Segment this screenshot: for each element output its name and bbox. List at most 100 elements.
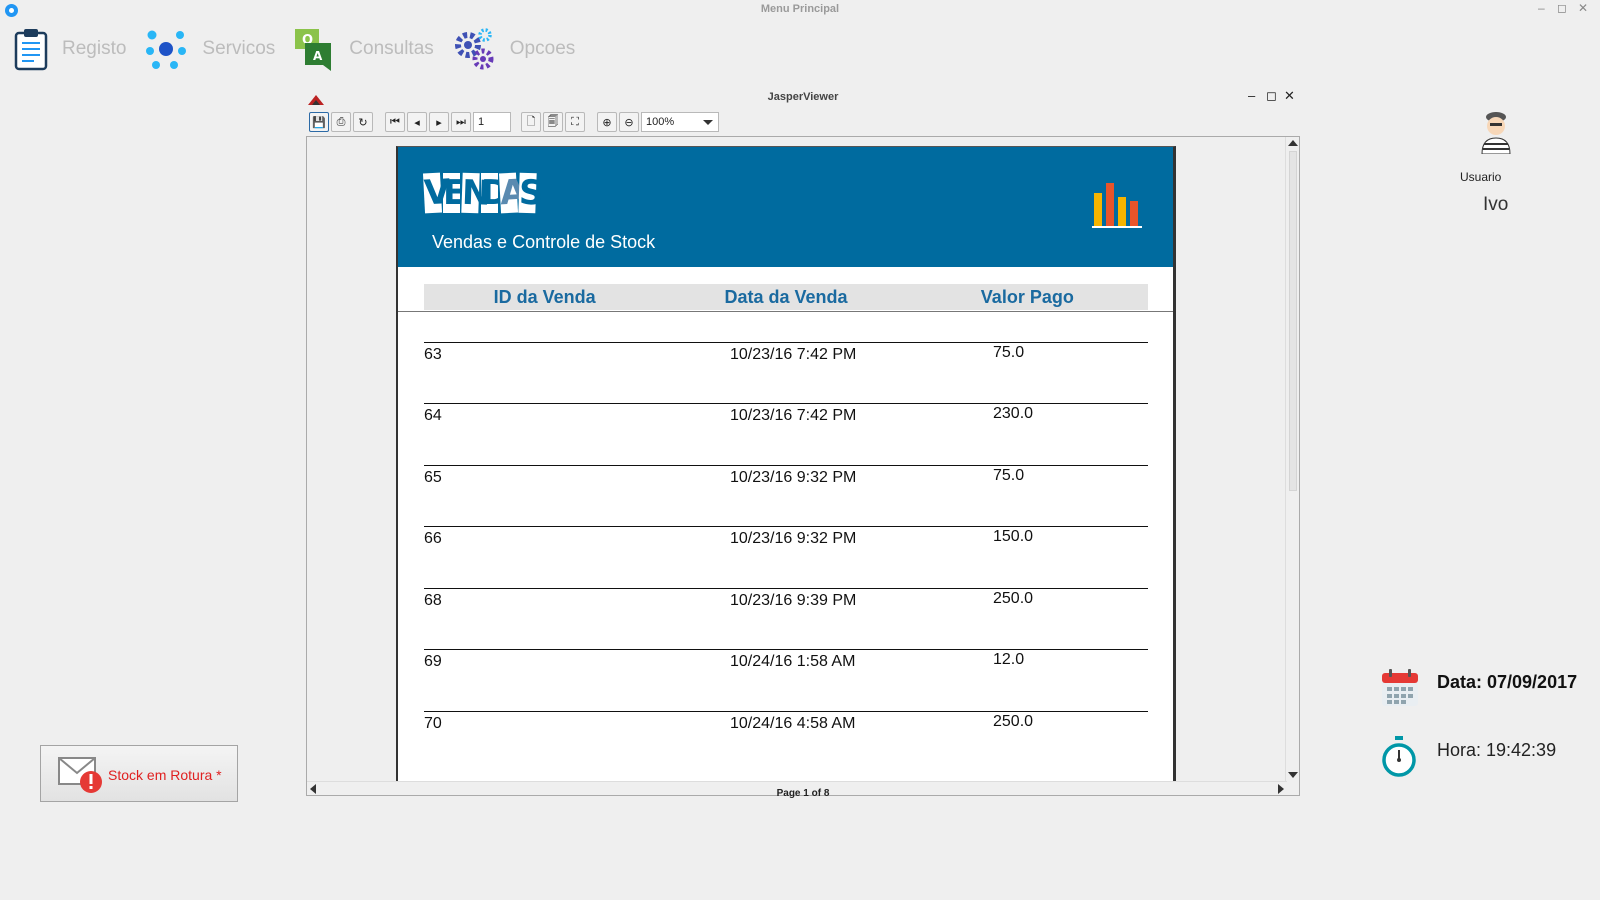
save-icon: 💾 (312, 116, 326, 129)
header-divider (398, 311, 1173, 312)
cell-id: 66 (424, 530, 442, 547)
scroll-up-icon[interactable] (1288, 140, 1298, 146)
stock-button-label: Stock em Rotura * (108, 767, 222, 783)
cell-date: 10/24/16 1:58 AM (730, 653, 856, 670)
cell-value: 250.0 (993, 590, 1034, 607)
logo-letter: A (498, 172, 528, 214)
next-page-button[interactable]: ▸ (429, 112, 449, 132)
previous-icon: ◂ (414, 116, 420, 129)
minimize-button[interactable]: – (1538, 1, 1545, 15)
report-banner: V E N D A S Vendas e Controle de Stock (398, 147, 1173, 267)
cell-id: 69 (424, 653, 442, 670)
report-subtitle: Vendas e Controle de Stock (432, 232, 656, 252)
column-header-value: Valor Pago (980, 287, 1074, 307)
cell-date: 10/23/16 9:32 PM (730, 469, 857, 486)
first-page-button[interactable]: ⏮ (385, 112, 405, 132)
cell-value: 250.0 (993, 713, 1034, 730)
menu-item-consultas[interactable]: Q A Consultas (293, 27, 434, 71)
save-button[interactable]: 💾 (309, 112, 329, 132)
window-titlebar: Menu Principal – ◻ ✕ (0, 0, 1600, 20)
logo-letter: V (422, 172, 452, 214)
page-number-input[interactable]: 1 (473, 112, 511, 132)
table-row: 70 10/24/16 4:58 AM 250.0 (424, 711, 1148, 772)
user-avatar-icon (1478, 110, 1514, 159)
table-row: 68 10/23/16 9:39 PM 250.0 (424, 588, 1148, 649)
scroll-down-icon[interactable] (1288, 772, 1298, 778)
column-header-date: Data da Venda (724, 287, 848, 307)
table-row: 65 10/23/16 9:32 PM 75.0 (424, 465, 1148, 526)
fit-page-button[interactable]: 🗐 (543, 112, 563, 132)
menu-label-consultas: Consultas (349, 38, 434, 59)
viewer-minimize-button[interactable]: – (1248, 88, 1255, 103)
logo-letter: N (461, 172, 492, 214)
gears-icon (452, 27, 496, 71)
user-name: Ivo (1483, 194, 1509, 215)
column-header-id: ID da Venda (493, 287, 596, 307)
window-title: Menu Principal (760, 3, 840, 15)
mail-alert-icon (57, 756, 103, 799)
report-page: V E N D A S Vendas e Controle de Stock I… (396, 146, 1176, 795)
vendas-logo: V E N D A S (422, 172, 544, 214)
table-row: 63 10/23/16 7:42 PM 75.0 (424, 342, 1148, 403)
menu-item-registo[interactable]: Registo (14, 27, 126, 71)
bar-chart-icon (1092, 183, 1142, 228)
vertical-scrollbar[interactable] (1285, 137, 1299, 781)
cell-value: 230.0 (993, 405, 1034, 422)
jasper-viewer-window: JasperViewer – ◻ ✕ 💾 ⎙ ↻ ⏮ ◂ ▸ ⏭ 1 🗋 🗐 ⛶… (306, 88, 1300, 818)
zoom-in-icon: ⊕ (602, 116, 612, 129)
menu-item-opcoes[interactable]: Opcoes (452, 27, 575, 71)
fit-width-icon: ⛶ (571, 115, 579, 128)
cell-value: 150.0 (993, 528, 1034, 545)
page-status: Page 1 of 8 (776, 788, 830, 799)
page-icon: 🗋 (526, 115, 536, 128)
last-page-button[interactable]: ⏭ (451, 112, 471, 132)
next-icon: ▸ (436, 116, 442, 129)
user-label: Usuario (1460, 170, 1502, 184)
viewer-close-button[interactable]: ✕ (1284, 88, 1295, 104)
maximize-button[interactable]: ◻ (1557, 1, 1567, 15)
cell-id: 64 (424, 407, 442, 424)
cell-id: 70 (424, 715, 442, 732)
menu-label-opcoes: Opcoes (509, 38, 576, 59)
last-page-icon: ⏭ (456, 115, 466, 128)
zoom-in-button[interactable]: ⊕ (597, 112, 617, 132)
print-icon: ⎙ (336, 115, 346, 128)
cell-date: 10/23/16 9:39 PM (730, 592, 857, 609)
fit-page-icon: 🗐 (547, 115, 559, 128)
reload-icon: ↻ (358, 116, 368, 129)
viewer-toolbar: 💾 ⎙ ↻ ⏮ ◂ ▸ ⏭ 1 🗋 🗐 ⛶ ⊕ ⊖ 100% (309, 110, 719, 134)
vertical-scroll-thumb[interactable] (1289, 151, 1297, 491)
print-button[interactable]: ⎙ (331, 112, 351, 132)
table-header: ID da Venda Data da Venda Valor Pago (424, 284, 1148, 310)
report-viewport[interactable]: V E N D A S Vendas e Controle de Stock I… (306, 136, 1300, 796)
fit-width-button[interactable]: ⛶ (565, 112, 585, 132)
viewer-title: JasperViewer (767, 91, 839, 103)
cell-id: 68 (424, 592, 442, 609)
cell-id: 65 (424, 469, 442, 486)
actual-size-button[interactable]: 🗋 (521, 112, 541, 132)
cell-id: 63 (424, 346, 442, 363)
menu-label-servicos: Servicos (202, 38, 276, 59)
cell-date: 10/23/16 7:42 PM (730, 346, 857, 363)
calendar-icon (1380, 668, 1420, 713)
table-row: 69 10/24/16 1:58 AM 12.0 (424, 649, 1148, 710)
stock-rotura-button[interactable]: Stock em Rotura * (40, 745, 238, 802)
main-menu: Registo Servicos Q A Consultas Opcoes (14, 24, 593, 74)
table-row: 66 10/23/16 9:32 PM 150.0 (424, 526, 1148, 587)
cell-value: 12.0 (993, 651, 1025, 668)
reload-button[interactable]: ↻ (353, 112, 373, 132)
current-date: Data: 07/09/2017 (1437, 672, 1578, 692)
viewer-maximize-button[interactable]: ◻ (1266, 88, 1277, 104)
qa-chat-icon: Q A (293, 27, 335, 71)
menu-label-registo: Registo (62, 38, 127, 59)
zoom-out-button[interactable]: ⊖ (619, 112, 639, 132)
stopwatch-icon (1380, 735, 1418, 784)
zoom-select[interactable]: 100% (641, 112, 719, 132)
first-page-icon: ⏮ (390, 115, 400, 128)
viewer-titlebar: JasperViewer – ◻ ✕ (306, 88, 1300, 108)
network-dots-icon (144, 27, 188, 71)
close-button[interactable]: ✕ (1578, 1, 1588, 15)
menu-item-servicos[interactable]: Servicos (144, 27, 275, 71)
cell-date: 10/23/16 7:42 PM (730, 407, 857, 424)
previous-page-button[interactable]: ◂ (407, 112, 427, 132)
